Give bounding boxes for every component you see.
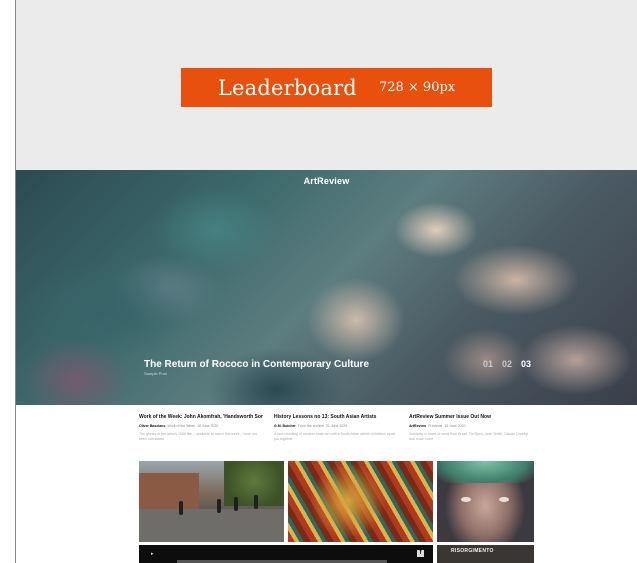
thumb-eye bbox=[499, 497, 509, 502]
thumbnail-face-portrait[interactable] bbox=[437, 461, 534, 542]
risorgimento-tile[interactable]: RISORGIMENTO bbox=[437, 545, 534, 563]
article-card[interactable]: ArtReview Summer Issue Out Now ArtReview… bbox=[409, 414, 533, 458]
thumb-wall bbox=[139, 473, 199, 509]
thumb-eye bbox=[461, 497, 471, 502]
article-list: Work of the Week: John Akomfrah, 'Handsw… bbox=[139, 414, 534, 458]
risorgimento-label: RISORGIMENTO bbox=[451, 548, 494, 554]
pager-item-02[interactable]: 02 bbox=[502, 359, 512, 369]
ad-size: 728 × 90px bbox=[378, 80, 456, 95]
video-player-bar[interactable]: ▸ f bbox=[139, 545, 433, 563]
thumb-hair bbox=[437, 461, 534, 483]
article-card[interactable]: History Lessons no 13: South Asian Artis… bbox=[274, 414, 398, 458]
article-category[interactable]: Work of the Week bbox=[167, 424, 195, 428]
article-category[interactable]: From the archive bbox=[298, 424, 324, 428]
article-title[interactable]: ArtReview Summer Issue Out Now bbox=[409, 414, 533, 420]
article-author[interactable]: ArtReview bbox=[409, 424, 426, 428]
leaderboard-ad[interactable]: Leaderboard 728 × 90px bbox=[181, 68, 492, 107]
hero-pager: 01 02 03 bbox=[483, 359, 531, 369]
article-desc: The glories of the artist's 1986 film – … bbox=[139, 432, 257, 442]
pager-item-01[interactable]: 01 bbox=[483, 359, 493, 369]
article-title[interactable]: History Lessons no 13: South Asian Artis… bbox=[274, 414, 398, 420]
article-category[interactable]: Previews bbox=[428, 424, 442, 428]
hero-slider[interactable]: ArtReview The Return of Rococo in Contem… bbox=[16, 170, 637, 405]
article-meta: G.M. Butcher From the archive 21 June 20… bbox=[274, 424, 398, 428]
hero-title[interactable]: The Return of Rococo in Contemporary Cul… bbox=[144, 359, 369, 370]
thumb-figure bbox=[217, 499, 221, 513]
article-author[interactable]: G.M. Butcher bbox=[274, 424, 296, 428]
article-date: 21 June 2020 bbox=[325, 424, 348, 428]
page: Leaderboard 728 × 90px ArtReview The Ret… bbox=[0, 0, 637, 563]
hero-subtitle: Sample Post bbox=[144, 371, 167, 376]
thumb-figure bbox=[234, 497, 238, 511]
article-meta: ArtReview Previews 15 June 2020 bbox=[409, 424, 533, 428]
pager-item-03[interactable]: 03 bbox=[521, 359, 531, 369]
thumbnail-street-scene[interactable] bbox=[139, 461, 284, 542]
thumb-figure bbox=[179, 501, 183, 515]
play-icon[interactable]: ▸ bbox=[151, 551, 154, 557]
facebook-icon[interactable]: f bbox=[417, 550, 424, 557]
article-date: 18 June 2020 bbox=[197, 424, 219, 428]
article-desc: Solidarity in times of crisis from Brazi… bbox=[409, 432, 529, 442]
article-desc: A rare revisiting of modern Asian art wi… bbox=[274, 432, 395, 442]
thumb-road bbox=[139, 509, 284, 542]
article-card[interactable]: Work of the Week: John Akomfrah, 'Handsw… bbox=[139, 414, 263, 458]
thumb-figure bbox=[254, 495, 258, 509]
article-date: 15 June 2020 bbox=[444, 424, 466, 428]
site-logo[interactable]: ArtReview bbox=[16, 176, 637, 186]
thumbnail-painting[interactable] bbox=[288, 461, 433, 542]
article-meta: Oliver Basciano Work of the Week 18 June… bbox=[139, 424, 263, 428]
thumbnail-row bbox=[139, 461, 534, 542]
ad-title: Leaderboard bbox=[217, 75, 357, 100]
article-author[interactable]: Oliver Basciano bbox=[139, 424, 165, 428]
article-title[interactable]: Work of the Week: John Akomfrah, 'Handsw… bbox=[139, 414, 263, 420]
